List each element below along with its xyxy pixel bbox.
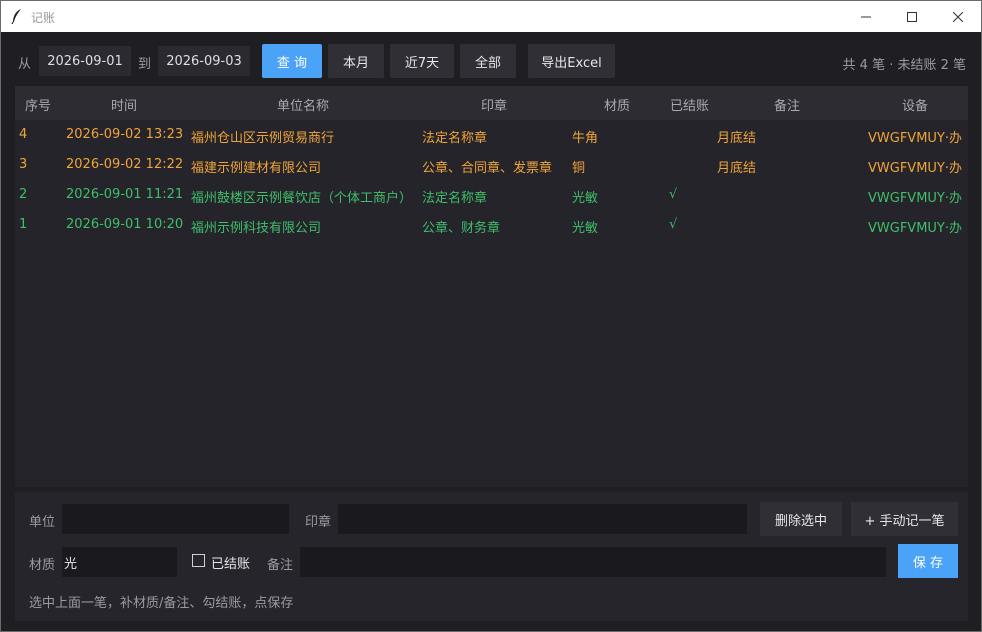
table-row[interactable]: 3 2026-09-02 12:22 福建示例建材有限公司 公章、合同章、发票章… (15, 150, 968, 180)
close-icon (953, 11, 963, 22)
from-label: 从 (18, 57, 32, 72)
cell-device: VWGFVMUY·办 (868, 221, 962, 236)
delete-selected-button[interactable]: 删除选中 (760, 502, 842, 536)
cell-time: 2026-09-02 13:23 (66, 127, 184, 142)
cell-time: 2026-09-01 11:21 (66, 187, 184, 202)
header-unit[interactable]: 单位名称 (277, 95, 329, 114)
seal-input[interactable] (338, 504, 747, 534)
cell-time: 2026-09-01 10:20 (66, 217, 184, 232)
manual-add-button[interactable]: + 手动记一笔 (851, 502, 958, 536)
material-label: 材质 (29, 558, 56, 573)
table-row[interactable]: 4 2026-09-02 13:23 福州仓山区示例贸易商行 法定名称章 牛角 … (15, 120, 968, 150)
settled-checkbox[interactable] (192, 554, 205, 567)
note-input[interactable] (300, 547, 886, 577)
cell-no: 4 (19, 127, 28, 142)
cell-material: 铜 (572, 161, 586, 176)
cell-unit: 福州示例科技有限公司 (191, 221, 322, 236)
maximize-button[interactable] (889, 1, 935, 32)
edit-panel: 单位 印章 删除选中 + 手动记一笔 材质 光 已结账 备注 保 存 选中上面一… (15, 492, 968, 621)
unit-label: 单位 (29, 515, 56, 530)
cell-material: 光敏 (572, 221, 599, 236)
settled-label[interactable]: 已结账 (211, 553, 250, 572)
header-seal[interactable]: 印章 (481, 95, 507, 114)
hint-text: 选中上面一笔，补材质/备注、勾结账，点保存 (29, 596, 294, 611)
to-date-field[interactable]: 2026-09-03 (158, 46, 250, 76)
cell-seal: 公章、合同章、发票章 (422, 161, 553, 176)
cell-seal: 公章、财务章 (422, 221, 501, 236)
header-device[interactable]: 设备 (902, 95, 928, 114)
last-7-days-button[interactable]: 近7天 (390, 44, 454, 78)
cell-note: 月底结 (717, 131, 757, 146)
header-material[interactable]: 材质 (604, 95, 630, 114)
title-bar: 记账 (1, 1, 981, 32)
cell-no: 1 (19, 217, 28, 232)
record-summary: 共 4 笔 · 未结账 2 笔 (842, 58, 966, 73)
table-row[interactable]: 1 2026-09-01 10:20 福州示例科技有限公司 公章、财务章 光敏 … (15, 210, 968, 240)
all-button[interactable]: 全部 (460, 44, 516, 78)
table-row[interactable]: 2 2026-09-01 11:21 福州鼓楼区示例餐饮店（个体工商户） 法定名… (15, 180, 968, 210)
records-table[interactable]: 序号 时间 单位名称 印章 材质 已结账 备注 设备 4 2026-09-02 … (15, 86, 968, 487)
material-input[interactable]: 光 (62, 547, 177, 577)
cell-settled: √ (669, 217, 678, 232)
cell-material: 牛角 (572, 131, 599, 146)
cell-seal: 法定名称章 (422, 191, 488, 206)
cell-seal: 法定名称章 (422, 131, 488, 146)
export-excel-button[interactable]: 导出Excel (528, 44, 615, 78)
cell-note: 月底结 (717, 161, 757, 176)
cell-device: VWGFVMUY·办 (868, 131, 962, 146)
save-button[interactable]: 保 存 (898, 544, 958, 578)
cell-time: 2026-09-02 12:22 (66, 157, 184, 172)
minimize-icon (861, 16, 871, 17)
header-no[interactable]: 序号 (25, 95, 51, 114)
header-note[interactable]: 备注 (774, 95, 800, 114)
app-window: 记账 从 2026-09-01 到 2026-09-03 查 询 本月 近7天 … (0, 0, 982, 632)
cell-no: 2 (19, 187, 28, 202)
cell-device: VWGFVMUY·办 (868, 191, 962, 206)
header-time[interactable]: 时间 (111, 95, 137, 114)
this-month-button[interactable]: 本月 (328, 44, 384, 78)
unit-input[interactable] (62, 504, 289, 534)
maximize-icon (907, 11, 917, 22)
close-button[interactable] (935, 1, 981, 32)
toolbar: 从 2026-09-01 到 2026-09-03 查 询 本月 近7天 全部 … (1, 32, 981, 86)
from-date-field[interactable]: 2026-09-01 (39, 46, 131, 76)
minimize-button[interactable] (843, 1, 889, 32)
cell-device: VWGFVMUY·办 (868, 161, 962, 176)
cell-unit: 福州鼓楼区示例餐饮店（个体工商户） (191, 191, 413, 206)
header-settled[interactable]: 已结账 (670, 95, 709, 114)
table-header: 序号 时间 单位名称 印章 材质 已结账 备注 设备 (15, 86, 968, 120)
cell-no: 3 (19, 157, 28, 172)
query-button[interactable]: 查 询 (262, 44, 322, 78)
cell-settled: √ (669, 187, 678, 202)
to-label: 到 (138, 57, 152, 72)
cell-unit: 福建示例建材有限公司 (191, 161, 322, 176)
feather-icon (11, 9, 21, 24)
note-label: 备注 (267, 558, 294, 573)
cell-unit: 福州仓山区示例贸易商行 (191, 131, 335, 146)
window-title: 记账 (31, 11, 56, 25)
cell-material: 光敏 (572, 191, 599, 206)
seal-label: 印章 (305, 515, 332, 530)
